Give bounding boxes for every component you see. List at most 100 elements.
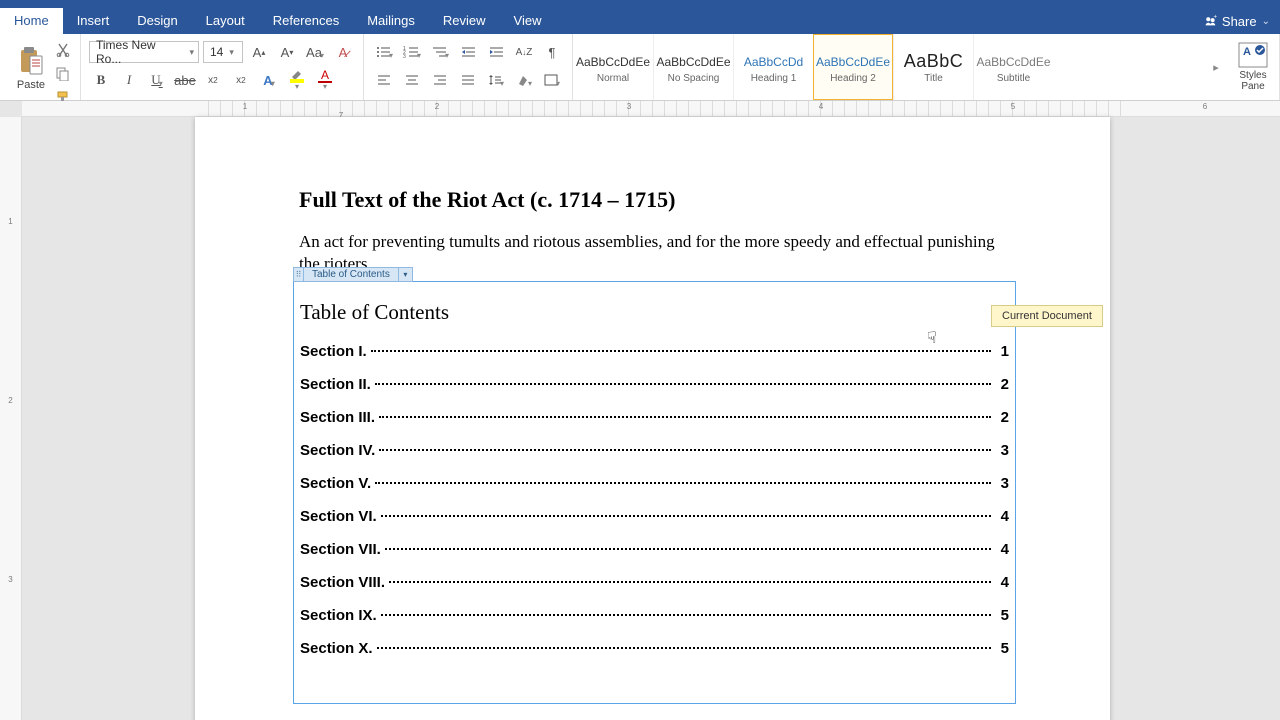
text-effects-button[interactable]: A▾ [257,69,281,91]
toc-entry[interactable]: Section IV. 3 [300,442,1009,459]
numbering-button[interactable]: 123▾ [400,41,424,63]
toc-entry[interactable]: Section I. 1 [300,343,1009,360]
style-title[interactable]: AaBbCTitle [893,34,973,100]
show-marks-button[interactable]: ¶ [540,41,564,63]
tab-review[interactable]: Review [429,8,500,34]
share-icon: + [1203,14,1217,28]
style-subtitle[interactable]: AaBbCcDdEeSubtitle [973,34,1053,100]
styles-pane-l2: Pane [1241,81,1264,92]
tab-design[interactable]: Design [123,8,191,34]
toc-entry-page: 4 [995,541,1009,558]
decrease-indent-button[interactable] [456,41,480,63]
subscript-button[interactable]: x2 [201,69,225,91]
style-name: Subtitle [997,73,1030,84]
toc-field[interactable]: ⠿ Table of Contents ▾ Table of Contents … [293,281,1016,704]
tab-layout[interactable]: Layout [192,8,259,34]
italic-button[interactable]: I [117,69,141,91]
superscript-button[interactable]: x2 [229,69,253,91]
borders-button[interactable]: ▾ [540,69,564,91]
toc-field-tab[interactable]: ⠿ Table of Contents ▾ [293,267,413,282]
share-label: Share [1222,14,1257,29]
increase-indent-button[interactable] [484,41,508,63]
toc-entry-title: Section VII. [300,541,381,558]
paste-label: Paste [17,79,45,91]
font-size-value: 14 [210,45,223,59]
font-size-combo[interactable]: 14▾ [203,41,243,63]
paste-button[interactable]: Paste [8,38,54,98]
styles-pane-button[interactable]: A Styles Pane [1227,34,1279,100]
toc-entry-title: Section III. [300,409,375,426]
cut-button[interactable] [54,41,72,59]
toc-entry[interactable]: Section VII. 4 [300,541,1009,558]
font-color-button[interactable]: A▾ [313,69,337,91]
toc-entry[interactable]: Section IX. 5 [300,607,1009,624]
style-sample: AaBbCcDd [744,51,803,73]
toc-entry-page: 1 [995,343,1009,360]
tab-references[interactable]: References [259,8,353,34]
change-case-button[interactable]: Aa▾ [303,41,327,63]
toc-entry-title: Section II. [300,376,371,393]
style-name: Heading 1 [751,73,797,84]
sort-button[interactable]: A↓Z [512,41,536,63]
toc-entry-title: Section IX. [300,607,377,624]
toc-grip-icon[interactable]: ⠿ [293,267,303,282]
toc-entry-page: 5 [995,640,1009,657]
tab-insert[interactable]: Insert [63,8,124,34]
bold-button[interactable]: B [89,69,113,91]
toc-entry-title: Section IV. [300,442,375,459]
style-normal[interactable]: AaBbCcDdEeNormal [573,34,653,100]
toc-field-menu[interactable]: ▾ [399,267,413,282]
clear-format-button[interactable]: A̷ [331,41,355,63]
toc-heading[interactable]: Table of Contents [300,300,1009,325]
toc-leader [371,350,991,352]
document-title[interactable]: Full Text of the Riot Act (c. 1714 – 171… [299,187,1010,213]
tab-mailings[interactable]: Mailings [353,8,429,34]
shrink-font-button[interactable]: A▾ [275,41,299,63]
tab-view[interactable]: View [500,8,556,34]
toc-leader [389,581,991,583]
toc-entry[interactable]: Section VI. 4 [300,508,1009,525]
copy-button[interactable] [54,65,72,83]
toc-entry-page: 2 [995,376,1009,393]
tab-home[interactable]: Home [0,8,63,34]
toc-field-label[interactable]: Table of Contents [303,267,399,282]
font-name-combo[interactable]: Times New Ro...▾ [89,41,199,63]
toc-leader [375,482,991,484]
align-center-button[interactable] [400,69,424,91]
style-no-spacing[interactable]: AaBbCcDdEeNo Spacing [653,34,733,100]
toc-entry-title: Section VI. [300,508,377,525]
highlight-button[interactable]: ▾ [285,69,309,91]
ribbon: Paste Times New Ro...▾ 14▾ A▴ [0,34,1280,101]
styles-pane-l1: Styles [1239,70,1266,81]
styles-gallery-more[interactable]: ▸ [1205,34,1227,100]
window-titlebar [0,0,1280,8]
style-name: Heading 2 [830,73,876,84]
toc-entry[interactable]: Section III. 2 [300,409,1009,426]
toc-entry-page: 4 [995,574,1009,591]
strikethrough-button[interactable]: abe [173,69,197,91]
grow-font-button[interactable]: A▴ [247,41,271,63]
page[interactable]: Full Text of the Riot Act (c. 1714 – 171… [195,117,1110,720]
style-heading-2[interactable]: AaBbCcDdEeHeading 2 [813,34,893,100]
toc-entry[interactable]: Section II. 2 [300,376,1009,393]
shading-button[interactable]: ▾ [512,69,536,91]
toc-entry[interactable]: Section VIII. 4 [300,574,1009,591]
toc-entry[interactable]: Section V. 3 [300,475,1009,492]
style-sample: AaBbCcDdEe [656,51,730,73]
toc-entry[interactable]: Section X. 5 [300,640,1009,657]
underline-button[interactable]: U▾ [145,69,169,91]
line-spacing-button[interactable]: ▾ [484,69,508,91]
bullets-button[interactable]: ▾ [372,41,396,63]
horizontal-ruler[interactable]: 1234567 [22,101,1280,117]
align-right-button[interactable] [428,69,452,91]
multilevel-button[interactable]: ▾ [428,41,452,63]
toc-entry-page: 4 [995,508,1009,525]
toc-entry-page: 2 [995,409,1009,426]
toc-entry-page: 5 [995,607,1009,624]
align-left-button[interactable] [372,69,396,91]
style-sample: AaBbCcDdEe [816,51,890,73]
share-button[interactable]: + Share ⌄ [1193,8,1280,34]
vertical-ruler[interactable]: 123 [0,117,22,720]
style-heading-1[interactable]: AaBbCcDdHeading 1 [733,34,813,100]
justify-button[interactable] [456,69,480,91]
